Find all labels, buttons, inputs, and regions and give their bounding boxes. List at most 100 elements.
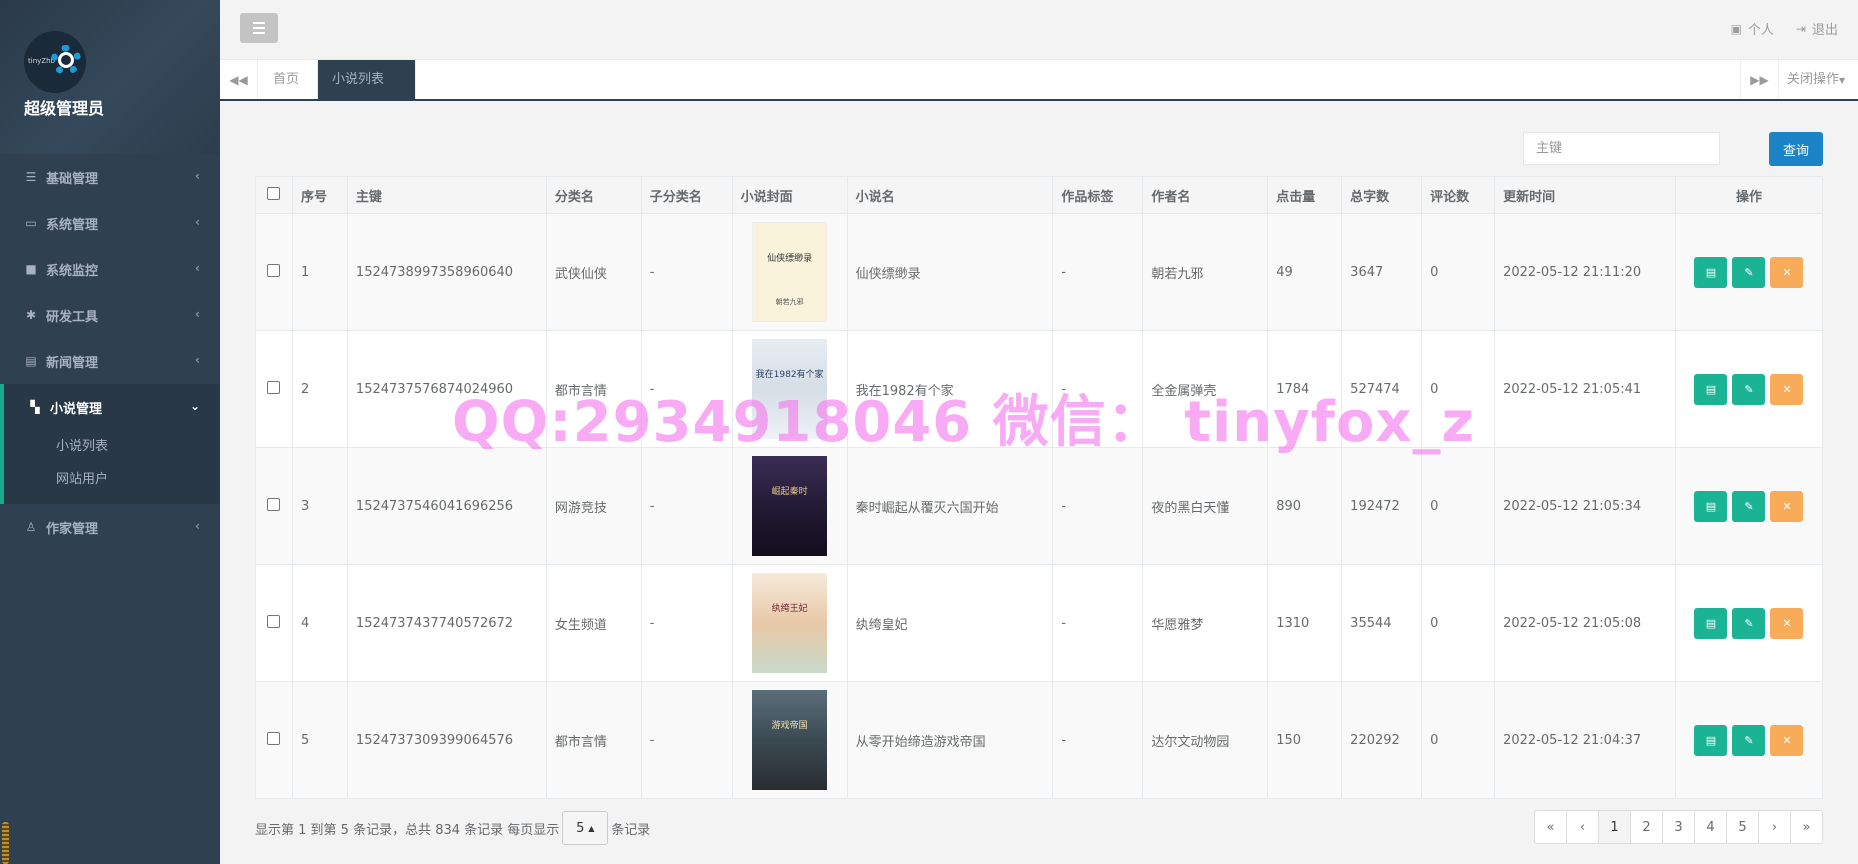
novel-cover-image[interactable]: 游戏帝国 — [752, 690, 828, 790]
view-button[interactable]: ▤ — [1694, 256, 1728, 288]
novel-table: 序号 主键 分类名 子分类名 小说封面 小说名 作品标签 作者名 点击量 总字数… — [255, 176, 1824, 799]
row-select-cell — [255, 447, 293, 565]
personal-link[interactable]: ▣ 个人 — [1731, 19, 1774, 39]
column-header[interactable]: 小说名 — [846, 176, 1054, 214]
delete-button[interactable]: ✕ — [1770, 724, 1804, 756]
table-row: 2 1524737576874024960 都市言情 - 我在1982有个家 我在1982… — [255, 330, 1824, 448]
page-link[interactable]: 3 — [1662, 810, 1695, 844]
page-link[interactable]: 2 — [1630, 810, 1663, 844]
cell-novel-name: 纨绔皇妃 — [846, 564, 1054, 682]
edit-button[interactable]: ✎ — [1732, 490, 1766, 522]
sidebar-item-basic[interactable]: ☰ 基础管理 ‹ — [0, 154, 220, 200]
novel-cover-image[interactable]: 我在1982有个家 — [752, 339, 828, 439]
delete-button[interactable]: ✕ — [1770, 256, 1804, 288]
submenu-item-site-users[interactable]: 网站用户 — [4, 463, 220, 496]
select-all-checkbox[interactable] — [267, 186, 281, 200]
cell-subcategory: - — [640, 213, 733, 331]
row-checkbox[interactable] — [267, 497, 281, 511]
cell-comments: 0 — [1421, 447, 1496, 565]
column-header[interactable]: 序号 — [291, 176, 348, 214]
edit-button[interactable]: ✎ — [1732, 373, 1766, 405]
page-size-value: 5 — [576, 820, 585, 836]
novel-cover-image[interactable]: 仙侠缥缈录 朝若九邪 — [752, 222, 828, 322]
page-link[interactable]: » — [1790, 810, 1823, 844]
cell-category: 女生频道 — [545, 564, 642, 682]
cell-author: 华愿雅梦 — [1142, 564, 1269, 682]
close-icon: ✕ — [1782, 616, 1792, 630]
logout-link[interactable]: ⇥ 退出 — [1796, 19, 1838, 39]
delete-button[interactable]: ✕ — [1770, 607, 1804, 639]
cell-id: 1524737437740572672 — [346, 564, 547, 682]
sidebar-item-novels[interactable]: ▚ 小说管理 ⌄ — [0, 384, 220, 430]
view-button[interactable]: ▤ — [1694, 490, 1728, 522]
column-header[interactable]: 小说封面 — [731, 176, 848, 214]
novel-cover-image[interactable]: 纨绔王妃 — [752, 573, 828, 673]
edit-button[interactable]: ✎ — [1732, 724, 1766, 756]
sidebar-item-system[interactable]: ▭ 系统管理 ‹ — [0, 200, 220, 246]
sidebar-item-monitor[interactable]: ■ 系统监控 ‹ — [0, 246, 220, 292]
cell-subcategory: - — [640, 447, 733, 565]
page-link[interactable]: 1 — [1598, 810, 1631, 844]
view-button[interactable]: ▤ — [1694, 724, 1728, 756]
edit-icon: ✎ — [1744, 265, 1754, 279]
cover-title: 崛起秦时 — [771, 487, 808, 497]
table-row: 5 1524737309399064576 都市言情 - 游戏帝国 从零开始缔造游戏帝国 -… — [255, 681, 1824, 799]
gear-icon: ✱ — [25, 308, 37, 322]
view-button[interactable]: ▤ — [1694, 607, 1728, 639]
sidebar-toggle-button[interactable] — [240, 13, 278, 43]
cell-novel-name: 我在1982有个家 — [846, 330, 1054, 448]
delete-button[interactable]: ✕ — [1770, 373, 1804, 405]
tab-home[interactable]: 首页 — [258, 60, 318, 99]
column-header[interactable]: 子分类名 — [640, 176, 733, 214]
column-header[interactable]: 主键 — [346, 176, 547, 214]
row-checkbox[interactable] — [267, 263, 281, 277]
tabs-scroll-right-button[interactable]: ▶▶ — [1740, 60, 1778, 99]
column-header[interactable]: 作品标签 — [1052, 176, 1144, 214]
page-link[interactable]: ‹ — [1566, 810, 1599, 844]
row-select-cell — [255, 330, 293, 448]
view-button[interactable]: ▤ — [1694, 373, 1728, 405]
search-button[interactable]: 查询 — [1769, 132, 1823, 166]
cell-updated: 2022-05-12 21:05:41 — [1494, 330, 1676, 448]
row-checkbox[interactable] — [267, 380, 281, 394]
row-select-cell — [255, 681, 293, 799]
page-link[interactable]: 5 — [1726, 810, 1759, 844]
submenu-item-novel-list[interactable]: 小说列表 — [4, 430, 220, 463]
sidebar-item-news[interactable]: ▤ 新闻管理 ‹ — [0, 338, 220, 384]
row-checkbox[interactable] — [267, 731, 281, 745]
cell-author: 全金属弹壳 — [1142, 330, 1269, 448]
tab-novel-list[interactable]: 小说列表 ✕ — [318, 60, 416, 125]
edit-button[interactable]: ✎ — [1732, 256, 1766, 288]
avatar[interactable]: tinyZhb — [24, 31, 86, 93]
search-input[interactable] — [1523, 132, 1720, 165]
sidebar-item-devtools[interactable]: ✱ 研发工具 ‹ — [0, 292, 220, 338]
page-link[interactable]: 4 — [1694, 810, 1727, 844]
select-all-cell — [255, 176, 293, 214]
sidebar-scrollbar[interactable] — [2, 822, 9, 864]
column-header[interactable]: 点击量 — [1267, 176, 1343, 214]
delete-button[interactable]: ✕ — [1770, 490, 1804, 522]
page-size-dropdown[interactable]: 5 ▲ — [562, 811, 609, 845]
page-link[interactable]: « — [1534, 810, 1567, 844]
cell-words: 35544 — [1341, 564, 1423, 682]
edit-icon: ✎ — [1744, 616, 1754, 630]
column-header[interactable]: 总字数 — [1341, 176, 1423, 214]
file-icon: ▤ — [1705, 616, 1717, 630]
column-header[interactable]: 作者名 — [1142, 176, 1269, 214]
sidebar-item-label: 系统管理 — [46, 217, 99, 233]
novel-cover-image[interactable]: 崛起秦时 — [752, 456, 828, 556]
sidebar-item-label: 新闻管理 — [46, 355, 99, 371]
edit-button[interactable]: ✎ — [1732, 607, 1766, 639]
page-link[interactable]: › — [1758, 810, 1791, 844]
close-operations-dropdown[interactable]: 关闭操作▼ — [1778, 60, 1858, 99]
sidebar-item-authors[interactable]: ♙ 作家管理 ‹ — [0, 504, 220, 550]
column-header[interactable]: 评论数 — [1421, 176, 1496, 214]
cell-words: 527474 — [1341, 330, 1423, 448]
cell-tag: - — [1052, 330, 1144, 448]
row-checkbox[interactable] — [267, 614, 281, 628]
column-header[interactable]: 更新时间 — [1494, 176, 1676, 214]
tabs-scroll-left-button[interactable]: ◀◀ — [220, 60, 258, 99]
column-header[interactable]: 分类名 — [545, 176, 642, 214]
cover-author: 朝若九邪 — [775, 298, 804, 306]
chevron-down-icon: ⌄ — [189, 399, 200, 413]
